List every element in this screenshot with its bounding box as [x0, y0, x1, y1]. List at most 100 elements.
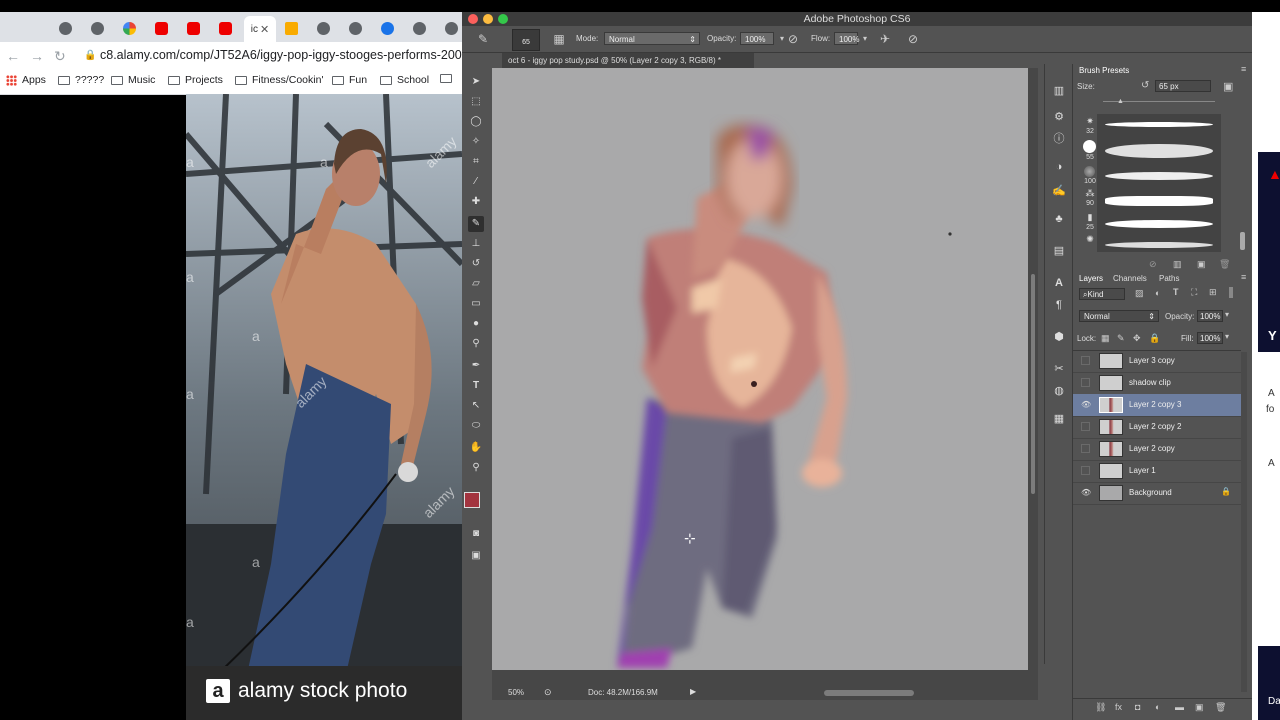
browser-tab[interactable]	[148, 18, 174, 38]
browser-tab[interactable]	[116, 18, 142, 38]
kuler-panel-icon[interactable]: ◍	[1052, 384, 1066, 398]
move-tool-icon[interactable]: ➤	[468, 74, 484, 90]
panel-menu-icon[interactable]: ≡	[1241, 64, 1246, 74]
3d-panel-icon[interactable]: ⬢	[1052, 330, 1066, 344]
marquee-tool-icon[interactable]: ⬚	[468, 94, 484, 110]
browser-tab[interactable]	[310, 18, 336, 38]
scroll-thumb[interactable]	[1031, 274, 1035, 494]
status-arrow-icon[interactable]: ▶	[690, 687, 696, 696]
bookmark-folder-fitness[interactable]: Fitness/Cookin'	[235, 74, 323, 86]
tab-layers[interactable]: Layers	[1079, 274, 1103, 283]
reset-size-icon[interactable]: ↺	[1141, 80, 1149, 91]
browser-tab[interactable]	[374, 18, 400, 38]
layer-opacity-field[interactable]: 100%	[1197, 310, 1223, 322]
paragraph-panel-icon[interactable]: ¶	[1052, 298, 1066, 312]
back-icon[interactable]: ←	[6, 48, 20, 64]
hand-tool-icon[interactable]: ✋	[468, 440, 484, 456]
browser-tab[interactable]	[406, 18, 432, 38]
brush-tool-icon[interactable]: ✎	[468, 216, 484, 232]
flow-field[interactable]: 100%	[834, 32, 859, 45]
brush-panel-toggle-icon[interactable]: ▦	[552, 32, 566, 46]
new-group-icon[interactable]: ▬	[1175, 702, 1184, 712]
opacity-field[interactable]: 100%	[740, 32, 774, 45]
minimize-window-icon[interactable]	[483, 14, 493, 24]
tab-brush-presets[interactable]: Brush Presets	[1079, 66, 1129, 75]
status-menu-icon[interactable]: ⊙	[544, 687, 552, 698]
dodge-tool-icon[interactable]: ⚲	[468, 336, 484, 352]
size-slider-thumb-icon[interactable]: ▲	[1117, 98, 1124, 105]
tool-presets-icon[interactable]: ▤	[1052, 244, 1066, 258]
healing-tool-icon[interactable]: ✚	[468, 194, 484, 210]
visibility-toggle-off[interactable]	[1081, 466, 1090, 475]
browser-tab[interactable]	[180, 18, 206, 38]
notes-panel-icon[interactable]: ▦	[1052, 412, 1066, 426]
filter-adjustment-icon[interactable]: ◐	[1155, 288, 1160, 298]
bookmark-folder-school[interactable]: School	[380, 74, 429, 86]
lock-image-icon[interactable]: ✎	[1117, 333, 1125, 344]
new-layer-icon[interactable]: ▣	[1195, 702, 1204, 713]
round-brush-tip[interactable]	[1083, 140, 1096, 153]
layer-row[interactable]: Layer 2 copy 2	[1073, 416, 1241, 439]
adjustment-layer-icon[interactable]: ◐	[1155, 702, 1160, 712]
bookmark-folder-music[interactable]: Music	[111, 74, 155, 86]
brush-panel-icon[interactable]: ✍	[1052, 184, 1066, 198]
canvas-vertical-scrollbar[interactable]	[1028, 68, 1038, 688]
document-tab[interactable]: oct 6 - iggy pop study.psd @ 50% (Layer …	[502, 53, 754, 69]
new-preset-icon[interactable]: ▣	[1197, 259, 1206, 270]
dropdown-icon[interactable]: ▾	[1225, 310, 1229, 319]
bookmark-folder[interactable]	[440, 74, 457, 83]
create-preset-icon[interactable]: ▣	[1223, 80, 1233, 93]
pen-tool-icon[interactable]: ✒	[468, 358, 484, 374]
brush-list-scrollbar[interactable]	[1240, 232, 1245, 250]
browser-tab-active[interactable]: ic ✕	[244, 16, 276, 42]
lock-position-icon[interactable]: ✥	[1133, 333, 1141, 344]
reload-icon[interactable]: ↻	[54, 48, 66, 65]
lock-all-icon[interactable]: 🔒	[1149, 333, 1160, 344]
clone-source-icon[interactable]: ♣	[1052, 212, 1066, 226]
dropdown-icon[interactable]: ▾	[1225, 332, 1229, 341]
delete-layer-icon[interactable]: 🗑	[1215, 702, 1226, 713]
eye-icon[interactable]: 👁	[1081, 488, 1091, 498]
close-window-icon[interactable]	[468, 14, 478, 24]
layer-filter-kind-select[interactable]: ⌕Kind	[1079, 288, 1125, 300]
close-tab-icon[interactable]: ✕	[260, 23, 269, 36]
shape-tool-icon[interactable]: ⬭	[468, 418, 484, 434]
visibility-toggle-off[interactable]	[1081, 356, 1090, 365]
layer-style-icon[interactable]: fx	[1115, 702, 1122, 712]
browser-tab[interactable]	[212, 18, 238, 38]
browser-tab[interactable]	[278, 18, 304, 38]
link-layers-icon[interactable]: ⛓	[1095, 702, 1106, 713]
filter-shape-icon[interactable]: ⛶	[1191, 287, 1197, 298]
color-panel-icon[interactable]: ◑	[1052, 160, 1066, 174]
add-mask-icon[interactable]: ◘	[1135, 702, 1140, 712]
browser-tab[interactable]	[342, 18, 368, 38]
tab-channels[interactable]: Channels	[1113, 274, 1147, 283]
zoom-tool-icon[interactable]: ⚲	[468, 460, 484, 476]
layer-row[interactable]: Layer 2 copy	[1073, 438, 1241, 461]
info-panel-icon[interactable]: ⓘ	[1052, 132, 1066, 146]
filter-smart-object-icon[interactable]: ⊞	[1209, 287, 1217, 298]
visibility-toggle-off[interactable]	[1081, 378, 1090, 387]
eye-icon[interactable]: 👁	[1081, 400, 1091, 410]
eraser-tool-icon[interactable]: ▱	[468, 276, 484, 292]
blur-tool-icon[interactable]: ●	[468, 316, 484, 332]
foreground-color-swatch[interactable]	[464, 492, 480, 508]
filter-toggle[interactable]	[1229, 287, 1233, 298]
brush-tool-icon[interactable]: ✎	[476, 32, 490, 46]
layer-fill-field[interactable]: 100%	[1197, 332, 1223, 344]
brush-size-field[interactable]: 65 px	[1155, 80, 1211, 92]
tools-panel-icon[interactable]: ✂	[1052, 362, 1066, 376]
forward-icon[interactable]: →	[30, 48, 44, 64]
airbrush-icon[interactable]: ✈	[878, 32, 892, 46]
blend-mode-select[interactable]: Normal ⇕	[1079, 310, 1159, 322]
path-select-tool-icon[interactable]: ↖	[468, 398, 484, 414]
layer-row[interactable]: shadow clip	[1073, 372, 1241, 395]
layer-row-selected[interactable]: 👁 Layer 2 copy 3	[1073, 394, 1241, 417]
url-field[interactable]: c8.alamy.com/comp/JT52A6/iggy-pop-iggy-s…	[100, 48, 462, 62]
screen-mode-icon[interactable]: ▣	[468, 548, 484, 564]
brush-stroke-preview[interactable]	[1105, 144, 1213, 158]
layers-scrollbar[interactable]	[1241, 352, 1247, 692]
layer-row[interactable]: Layer 3 copy	[1073, 350, 1241, 373]
visibility-toggle-off[interactable]	[1081, 444, 1090, 453]
gradient-tool-icon[interactable]: ▭	[468, 296, 484, 312]
